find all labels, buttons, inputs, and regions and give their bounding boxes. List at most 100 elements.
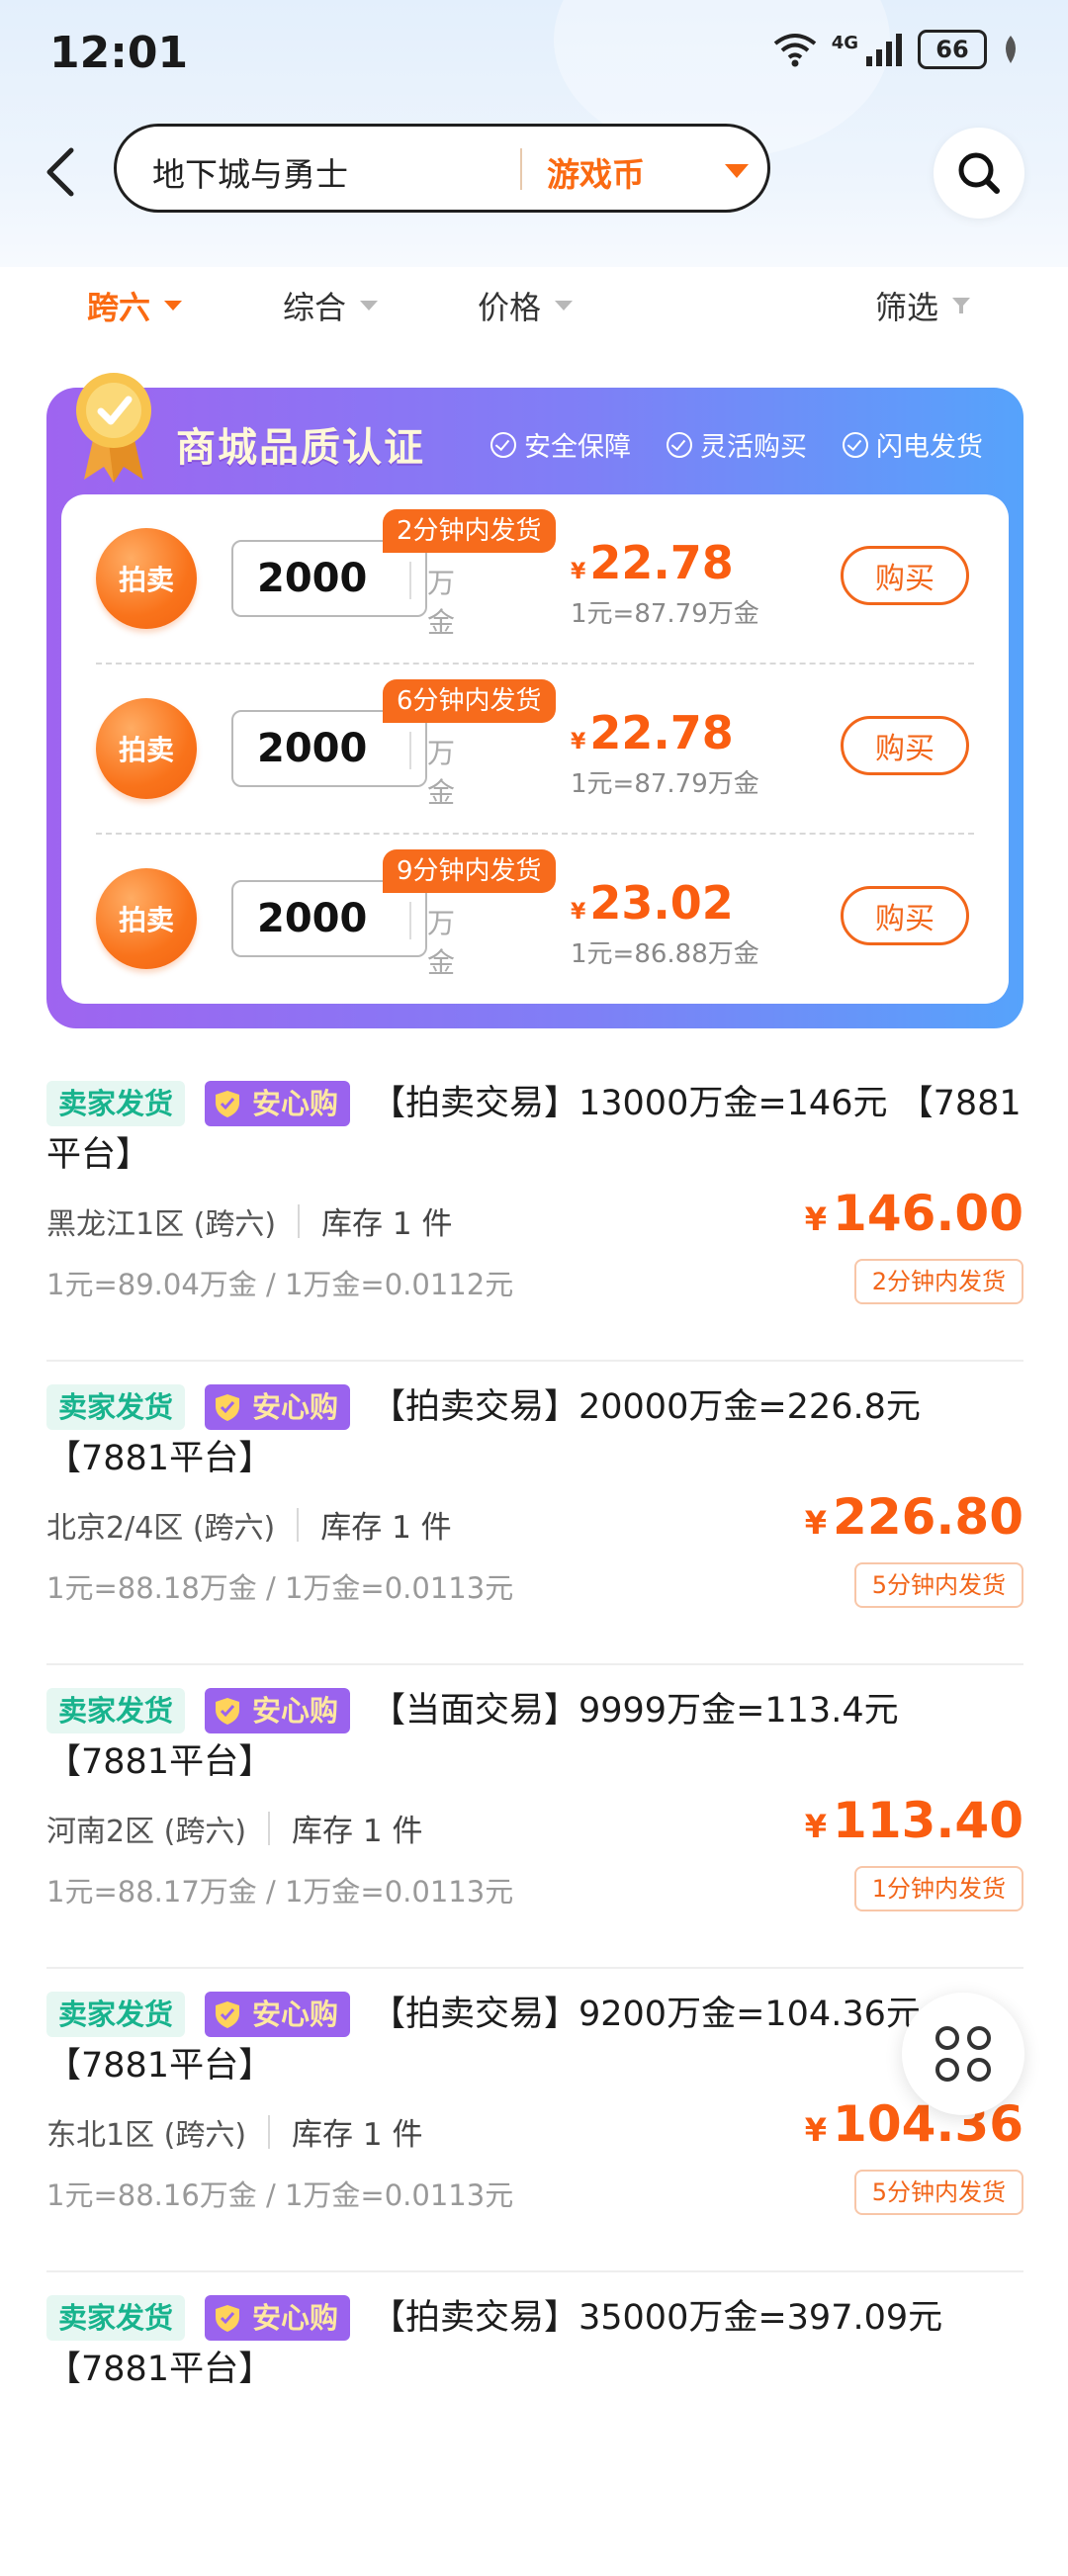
leaf-icon: [1006, 36, 1016, 63]
search-input[interactable]: 地下城与勇士 游戏币: [114, 124, 770, 213]
buy-button[interactable]: 购买: [841, 886, 969, 945]
quantity-unit: 万金: [427, 567, 456, 639]
ship-time-tag: 2分钟内发货: [853, 1259, 1024, 1304]
status-icons: 4G 66: [772, 30, 1021, 69]
offer-price: ¥23.02: [571, 876, 734, 930]
offer-row: 拍卖 2000 万金 6分钟内发货 ¥22.78 1元=87.79万金 购买: [61, 665, 1009, 833]
medal-icon: [76, 373, 151, 483]
seller-ship-tag: 卖家发货: [46, 1384, 186, 1430]
filter-comprehensive[interactable]: 综合: [283, 283, 379, 328]
seller-ship-tag: 卖家发货: [46, 1992, 186, 2037]
quantity-unit: 万金: [427, 907, 456, 979]
stock-count: 库存 1 件: [320, 1510, 452, 1546]
auction-badge: 拍卖: [96, 528, 197, 629]
floating-menu-button[interactable]: [902, 1993, 1024, 2115]
ship-time-tag: 9分钟内发货: [383, 849, 556, 893]
buy-button[interactable]: 购买: [841, 716, 969, 775]
signal-icon: [866, 34, 902, 66]
quantity-unit: 万金: [427, 737, 456, 809]
currency-symbol: ¥: [804, 1200, 828, 1238]
feature-security: 安全保障: [490, 425, 631, 464]
filter-label: 筛选: [875, 289, 939, 326]
safe-buy-tag: 安心购: [205, 1688, 351, 1733]
auction-badge: 拍卖: [96, 868, 197, 969]
server-name: 黑龙江1区 (跨六): [46, 1206, 277, 1242]
listing-item[interactable]: 【拍卖交易】9200万金=104.36元 【7881平台】 卖家发货 安心购 东…: [46, 1969, 1024, 2272]
clock: 12:01: [49, 28, 189, 78]
shield-icon: [216, 1394, 239, 1421]
safe-buy-tag: 安心购: [205, 1384, 351, 1430]
safe-buy-label: 安心购: [252, 1694, 339, 1728]
listing-item[interactable]: 【拍卖交易】13000万金=146元 【7881平台】 卖家发货 安心购 黑龙江…: [46, 1058, 1024, 1362]
price-value: 113.40: [833, 1792, 1024, 1849]
exchange-rate: 1元=86.88万金: [571, 939, 759, 969]
category-selector[interactable]: 游戏币: [547, 148, 645, 196]
offer-price: ¥22.78: [571, 706, 734, 759]
listing-item[interactable]: 【拍卖交易】35000万金=397.09元 【7881平台】 卖家发货 安心购: [46, 2272, 1024, 2576]
feature-label: 灵活购买: [700, 432, 807, 463]
ship-time-tag: 5分钟内发货: [853, 2170, 1024, 2215]
server-name: 东北1区 (跨六): [46, 2117, 247, 2153]
filter-label: 综合: [283, 289, 347, 326]
listing-price: ¥226.80: [805, 1488, 1024, 1546]
quantity-divider: [409, 732, 411, 769]
safe-buy-tag: 安心购: [205, 1992, 351, 2037]
currency-symbol: ¥: [571, 730, 586, 755]
price-value: 22.78: [589, 536, 734, 589]
stock-count: 库存 1 件: [321, 1206, 453, 1242]
grid-icon: [935, 2026, 991, 2082]
listing-item[interactable]: 【当面交易】9999万金=113.4元 【7881平台】 卖家发货 安心购 河南…: [46, 1665, 1024, 1969]
seller-ship-tag: 卖家发货: [46, 1688, 186, 1733]
search-query: 地下城与勇士: [152, 155, 348, 194]
quantity-divider: [409, 902, 411, 939]
filter-price[interactable]: 价格: [478, 283, 574, 328]
buy-button[interactable]: 购买: [841, 546, 969, 605]
currency-symbol: ¥: [571, 560, 586, 584]
search-icon: [958, 152, 1000, 194]
exchange-rate: 1元=87.79万金: [571, 769, 759, 799]
filter-server[interactable]: 跨六: [87, 283, 183, 328]
funnel-icon: [952, 298, 971, 313]
price-value: 226.80: [833, 1488, 1024, 1546]
ship-time-tag: 1分钟内发货: [853, 1866, 1024, 1911]
check-circle-icon: [843, 431, 868, 458]
network-type: 4G: [831, 32, 858, 53]
exchange-rate: 1元=87.79万金: [571, 599, 759, 629]
filter-screen[interactable]: 筛选: [875, 283, 972, 328]
separator: [268, 2114, 271, 2149]
filter-label: 价格: [478, 289, 542, 326]
quantity-value: 2000: [257, 726, 368, 771]
server-info: 北京2/4区 (跨六) 库存 1 件: [46, 1502, 452, 1547]
offer-price: ¥22.78: [571, 536, 734, 589]
listing-price: ¥146.00: [805, 1185, 1024, 1242]
server-info: 河南2区 (跨六) 库存 1 件: [46, 1806, 422, 1850]
price-value: 23.02: [589, 876, 734, 930]
back-arrow-icon[interactable]: [40, 144, 87, 200]
separator: [297, 1507, 300, 1542]
shield-icon: [216, 2001, 239, 2028]
safe-buy-label: 安心购: [252, 1390, 339, 1424]
listing-item[interactable]: 【拍卖交易】20000万金=226.8元 【7881平台】 卖家发货 安心购 北…: [46, 1362, 1024, 1665]
currency-symbol: ¥: [571, 900, 586, 925]
check-circle-icon: [667, 431, 692, 458]
battery-icon: 66: [918, 30, 987, 69]
caret-down-icon[interactable]: [725, 164, 749, 178]
separator: [298, 1203, 301, 1238]
filter-bar: 跨六 综合 价格 筛选: [0, 267, 1068, 346]
search-button[interactable]: [934, 128, 1024, 219]
seller-ship-tag: 卖家发货: [46, 2295, 186, 2341]
server-name: 北京2/4区 (跨六): [46, 1510, 276, 1546]
safe-buy-label: 安心购: [252, 1998, 339, 2031]
safe-buy-tag: 安心购: [205, 2295, 351, 2341]
quantity-divider: [409, 562, 411, 599]
currency-symbol: ¥: [804, 1808, 828, 1845]
listing-title: 【当面交易】9999万金=113.4元 【7881平台】: [46, 1691, 899, 1782]
feature-fast: 闪电发货: [843, 425, 983, 464]
separator: [268, 1811, 271, 1845]
server-name: 河南2区 (跨六): [46, 1814, 247, 1849]
currency-symbol: ¥: [804, 2111, 828, 2149]
exchange-rate: 1元=89.04万金 / 1万金=0.0112元: [46, 1268, 514, 1301]
exchange-rate: 1元=88.16万金 / 1万金=0.0113元: [46, 2178, 514, 2212]
stock-count: 库存 1 件: [292, 1814, 423, 1849]
listing-title: 【拍卖交易】35000万金=397.09元 【7881平台】: [46, 2298, 943, 2389]
